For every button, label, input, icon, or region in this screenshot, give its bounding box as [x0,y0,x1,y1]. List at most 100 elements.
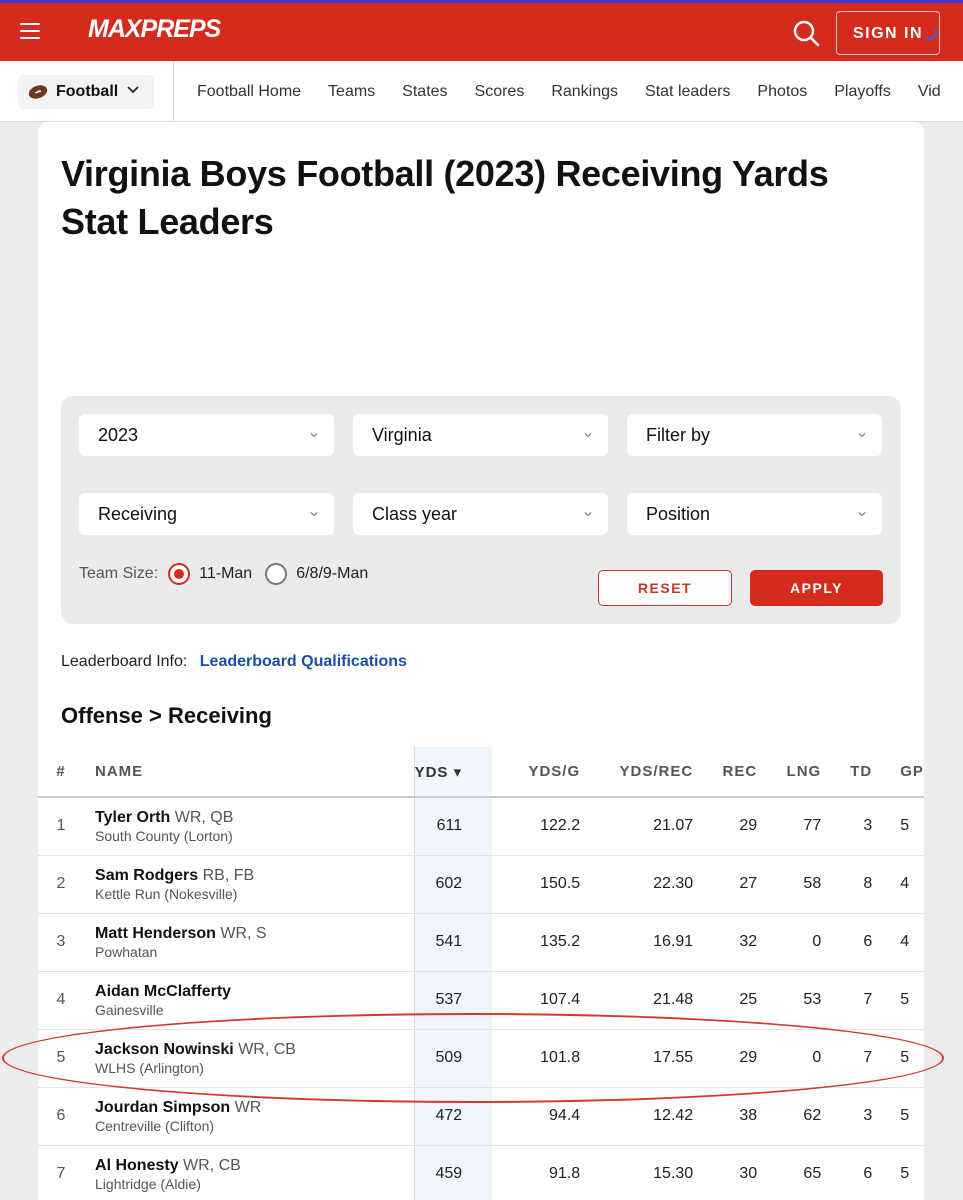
state-select[interactable]: Virginia [353,414,608,456]
nav-states[interactable]: States [402,83,447,101]
rec-cell: 32 [693,913,758,972]
nav-videos[interactable]: Vid [918,83,941,101]
category-value: Receiving [98,504,178,524]
rec-cell: 30 [693,1145,758,1200]
col-gp[interactable]: GP [872,747,924,798]
nav-playoffs[interactable]: Playoffs [834,83,891,101]
table-row: 7 Al Honesty WR, CB Lightridge (Aldie) 4… [38,1145,924,1200]
player-name-link[interactable]: Tyler Orth [95,809,170,826]
section-title: Offense > Receiving [61,703,272,728]
category-select[interactable]: Receiving [79,493,334,535]
yds-per-game-cell: 101.8 [492,1029,581,1088]
player-name-link[interactable]: Sam Rodgers [95,867,198,884]
chevron-down-icon [310,433,318,438]
rec-cell: 29 [693,1029,758,1088]
rec-cell: 27 [693,855,758,914]
page-title: Virginia Boys Football (2023) Receiving … [61,153,829,242]
yds-cell: 602 [414,855,493,914]
radio-11-man-label[interactable]: 11-Man [199,565,252,583]
col-rank[interactable]: # [38,747,85,798]
radio-6-8-9-man-label[interactable]: 6/8/9-Man [296,565,368,583]
gp-cell: 4 [872,913,924,972]
team-size-group: Team Size: 11-Man 6/8/9-Man [79,562,381,586]
player-name-link[interactable]: Matt Henderson [95,925,216,942]
player-school[interactable]: Centreville (Clifton) [95,1118,414,1134]
player-cell: Jourdan Simpson WR Centreville (Clifton) [84,1087,415,1146]
player-cell: Matt Henderson WR, S Powhatan [84,913,415,972]
maxpreps-logo[interactable]: MAXPREPS [88,15,221,44]
nav-teams[interactable]: Teams [328,83,375,101]
rank-cell: 4 [38,971,85,1030]
yds-per-rec-cell: 22.30 [580,855,694,914]
col-yds[interactable]: YDS ▾ [414,747,493,798]
player-school[interactable]: WLHS (Arlington) [95,1060,414,1076]
loading-spinner-icon [923,26,937,40]
player-name-link[interactable]: Al Honesty [95,1157,179,1174]
player-cell: Sam Rodgers RB, FB Kettle Run (Nokesvill… [84,855,415,914]
state-value: Virginia [372,425,432,445]
player-name-link[interactable]: Jackson Nowinski [95,1041,234,1058]
yds-per-rec-cell: 16.91 [580,913,694,972]
player-position: WR, CB [183,1156,241,1174]
position-select[interactable]: Position [627,493,882,535]
nav-scores[interactable]: Scores [475,83,525,101]
td-cell: 3 [821,1087,873,1146]
class-year-select[interactable]: Class year [353,493,608,535]
position-value: Position [646,504,711,524]
rec-cell: 38 [693,1087,758,1146]
col-rec[interactable]: REC [693,747,758,798]
col-lng[interactable]: LNG [757,747,822,798]
player-school[interactable]: Kettle Run (Nokesville) [95,886,414,902]
leaderboard-qualifications-link[interactable]: Leaderboard Qualifications [200,653,407,670]
stats-table: # NAME YDS ▾ YDS/G YDS/REC REC LNG TD GP… [38,747,924,1200]
player-school[interactable]: Powhatan [95,944,414,960]
apply-button[interactable]: APPLY [750,570,883,606]
radio-6-8-9-man[interactable] [265,563,288,585]
nav-stat-leaders[interactable]: Stat leaders [645,83,730,101]
player-cell: Al Honesty WR, CB Lightridge (Aldie) [84,1145,415,1200]
col-yds-per-rec[interactable]: YDS/REC [580,747,694,798]
player-school[interactable]: Lightridge (Aldie) [95,1176,414,1192]
year-select[interactable]: 2023 [79,414,334,456]
rank-cell: 6 [38,1087,85,1146]
yds-per-game-cell: 150.5 [492,855,581,914]
col-td[interactable]: TD [821,747,873,798]
lng-cell: 58 [757,855,822,914]
td-cell: 7 [821,971,873,1030]
sport-dropdown[interactable]: Football [18,75,154,109]
stats-table-container: # NAME YDS ▾ YDS/G YDS/REC REC LNG TD GP… [38,747,924,1200]
filters-panel: 2023 Virginia Filter by Receiving Class … [61,396,901,624]
yds-per-rec-cell: 15.30 [580,1145,694,1200]
player-school[interactable]: Gainesville [95,1002,414,1018]
filter-by-select[interactable]: Filter by [627,414,882,456]
radio-11-man[interactable] [168,563,191,585]
player-name-link[interactable]: Jourdan Simpson [95,1099,230,1116]
yds-cell: 537 [414,971,493,1030]
nav-links: Football Home Teams States Scores Rankin… [197,61,963,121]
player-name-link[interactable]: Aidan McClafferty [95,983,231,1000]
table-row: 1 Tyler Orth WR, QB South County (Lorton… [38,797,924,856]
leaderboard-info: Leaderboard Info: Leaderboard Qualificat… [61,653,407,671]
col-yds-per-game[interactable]: YDS/G [492,747,581,798]
menu-icon[interactable] [20,23,40,39]
nav-rankings[interactable]: Rankings [551,83,618,101]
player-school[interactable]: South County (Lorton) [95,828,414,844]
lng-cell: 0 [757,1029,822,1088]
sport-label: Football [56,83,119,100]
nav-football-home[interactable]: Football Home [197,83,301,101]
lng-cell: 0 [757,913,822,972]
chevron-down-icon [858,433,866,438]
table-row: 4 Aidan McClafferty Gainesville 537 107.… [38,971,924,1030]
nav-photos[interactable]: Photos [757,83,807,101]
col-name[interactable]: NAME [84,747,415,798]
rank-cell: 1 [38,797,85,856]
rank-cell: 5 [38,1029,85,1088]
table-row: 3 Matt Henderson WR, S Powhatan 541 135.… [38,913,924,972]
chevron-down-icon [310,512,318,517]
reset-button[interactable]: RESET [598,570,732,606]
player-position: RB, FB [202,866,255,884]
search-icon[interactable] [792,19,820,47]
td-cell: 8 [821,855,873,914]
lng-cell: 65 [757,1145,822,1200]
sign-in-button[interactable]: SIGN IN [836,11,940,55]
